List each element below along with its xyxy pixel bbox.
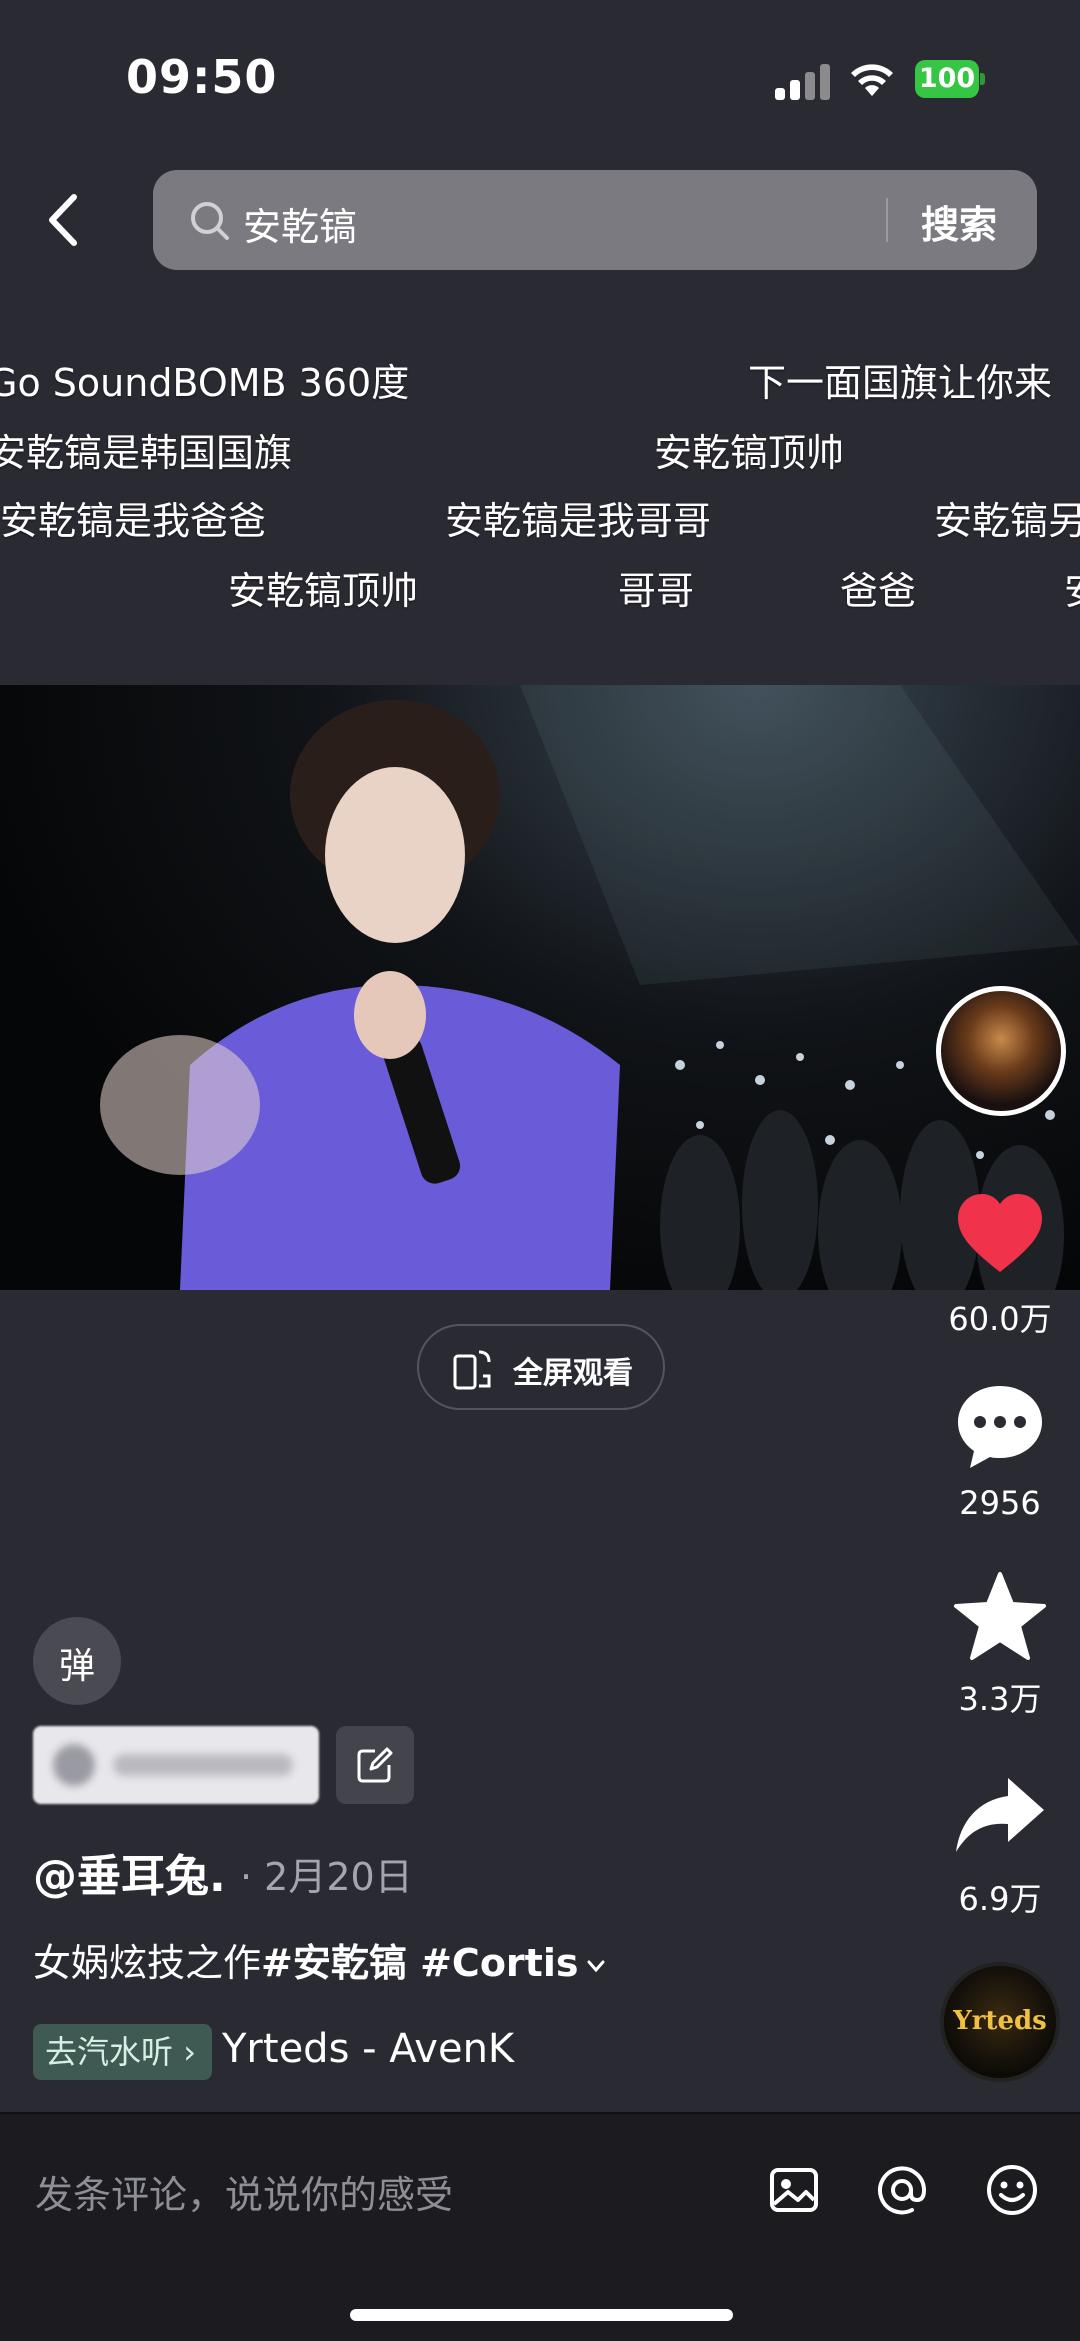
fullscreen-button[interactable]: 全屏观看 bbox=[417, 1324, 665, 1410]
danmaku-item: 安乾镐顶帅 bbox=[228, 569, 419, 613]
danmaku-item: 安乾镐是我爸爸 bbox=[0, 499, 267, 543]
favorite-count: 3.3万 bbox=[958, 1680, 1042, 1718]
mention-icon[interactable] bbox=[874, 2162, 930, 2218]
cellular-signal-icon bbox=[775, 62, 833, 100]
danmaku-item: Go SoundBOMB 360度 bbox=[0, 361, 410, 405]
search-divider bbox=[886, 198, 888, 242]
music-disc[interactable]: Yrteds bbox=[940, 1962, 1060, 2082]
search-bar[interactable]: 安乾镐 搜索 bbox=[153, 170, 1037, 270]
edit-danmaku-button[interactable] bbox=[336, 1726, 414, 1804]
danmaku-item: 安乾镐是韩国国旗 bbox=[0, 431, 293, 475]
chevron-down-icon[interactable] bbox=[584, 1954, 608, 1978]
danmaku-item: 安 bbox=[1064, 560, 1080, 615]
comment-input[interactable]: 发条评论，说说你的感受 bbox=[35, 2164, 453, 2219]
edit-icon bbox=[357, 1747, 393, 1783]
emoji-icon[interactable] bbox=[984, 2162, 1040, 2218]
danmaku-input-blurred[interactable] bbox=[33, 1726, 319, 1804]
search-icon bbox=[191, 202, 229, 240]
like-count: 60.0万 bbox=[948, 1300, 1052, 1338]
post-caption[interactable]: 女娲炫技之作#安乾镐 #Cortis bbox=[33, 1932, 608, 1987]
danmaku-item: 哥哥 bbox=[618, 569, 695, 613]
search-button[interactable]: 搜索 bbox=[921, 194, 997, 249]
share-count: 6.9万 bbox=[958, 1880, 1042, 1918]
search-input[interactable]: 安乾镐 bbox=[243, 196, 357, 251]
danmaku-toggle-button[interactable]: 弹 bbox=[33, 1617, 121, 1705]
video-frame bbox=[100, 685, 1080, 1290]
creator-avatar[interactable] bbox=[936, 986, 1066, 1116]
fullscreen-label: 全屏观看 bbox=[513, 1356, 633, 1391]
chevron-right-icon: › bbox=[183, 2033, 196, 2071]
comment-icon[interactable] bbox=[952, 1378, 1048, 1474]
danmaku-item: 安乾镐是我哥哥 bbox=[445, 499, 712, 543]
favorite-star-icon[interactable] bbox=[952, 1568, 1048, 1664]
post-date: · 2月20日 bbox=[240, 1855, 413, 1899]
share-icon[interactable] bbox=[952, 1770, 1048, 1866]
listen-in-app-button[interactable]: 去汽水听 › bbox=[33, 2024, 212, 2080]
danmaku-toggle-label: 弹 bbox=[58, 1646, 95, 1687]
caption-text: 女娲炫技之作 bbox=[33, 1941, 262, 1985]
battery-level: 100 bbox=[918, 63, 976, 94]
back-button[interactable] bbox=[38, 185, 88, 255]
listen-label: 去汽水听 bbox=[45, 2033, 174, 2071]
author-name[interactable]: @垂耳兔. bbox=[33, 1840, 226, 1904]
image-icon[interactable] bbox=[766, 2162, 822, 2218]
battery-indicator: 100 bbox=[915, 60, 985, 98]
like-heart-icon[interactable] bbox=[952, 1186, 1048, 1282]
music-disc-label: Yrteds bbox=[953, 2006, 1047, 2036]
danmaku-item: 安乾镐另 bbox=[934, 499, 1080, 543]
status-time: 09:50 bbox=[126, 50, 278, 104]
home-indicator[interactable] bbox=[350, 2309, 733, 2321]
comment-count: 2956 bbox=[959, 1484, 1041, 1522]
danmaku-item: 安乾镐顶帅 bbox=[654, 431, 845, 475]
caption-hashtags[interactable]: #安乾镐 #Cortis bbox=[261, 1941, 578, 1985]
video-player[interactable] bbox=[0, 685, 1080, 1290]
song-name[interactable]: Yrteds - AvenK bbox=[222, 2026, 514, 2072]
fullscreen-icon bbox=[453, 1350, 491, 1390]
comment-bar: 发条评论，说说你的感受 bbox=[0, 2112, 1080, 2341]
wifi-icon bbox=[851, 64, 893, 96]
danmaku-item: 下一面国旗让你来 bbox=[748, 361, 1053, 405]
danmaku-item: 爸爸 bbox=[840, 569, 917, 613]
